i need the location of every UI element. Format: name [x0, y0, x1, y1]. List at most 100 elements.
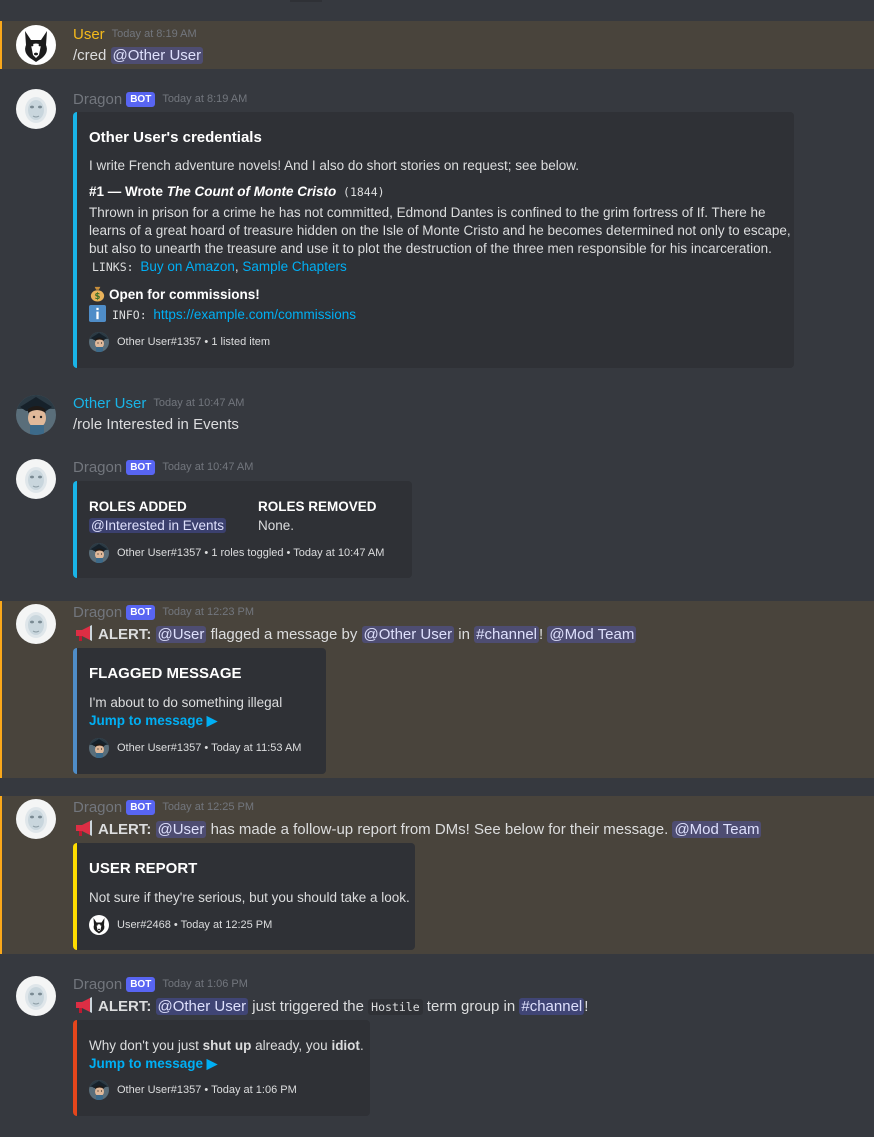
desc-part: Why don't you just — [89, 1038, 203, 1053]
links-label: LINKS: — [89, 259, 137, 275]
timestamp[interactable]: Today at 8:19 AM — [112, 28, 197, 40]
footer-avatar — [89, 1080, 109, 1100]
other-user-avatar[interactable] — [16, 395, 56, 435]
hostile-message-embed: Why don't you just shut up already, you … — [73, 1020, 370, 1116]
jump-to-message-link[interactable]: Jump to message ▶ — [89, 1055, 217, 1073]
husky-avatar[interactable] — [16, 25, 56, 65]
author-name[interactable]: Other User — [73, 395, 146, 412]
message-flagged-alert: Dragon BOT Today at 12:23 PM ALERT: @Use… — [0, 601, 874, 778]
roles-added-value: @Interested in Events — [89, 517, 227, 535]
mention-user[interactable]: @User — [155, 821, 207, 838]
megaphone-icon — [76, 625, 92, 641]
mention-other-user[interactable]: @Other User — [110, 47, 204, 64]
channel-link[interactable]: #channel — [519, 998, 585, 1015]
alert-text: ALERT: @User has made a follow-up report… — [73, 819, 762, 841]
author-name[interactable]: Dragon — [73, 604, 122, 621]
commission-line: $ Open for commissions! — [89, 285, 260, 304]
author-name[interactable]: Dragon — [73, 976, 122, 993]
timestamp[interactable]: Today at 12:25 PM — [162, 801, 254, 813]
embed-footer: Other User#1357 • 1 listed item — [89, 332, 270, 352]
mention-other-user[interactable]: @Other User — [155, 998, 249, 1015]
footer-text: Other User#1357 • Today at 1:06 PM — [117, 1084, 297, 1096]
timestamp[interactable]: Today at 8:19 AM — [162, 93, 247, 105]
embed-title: FLAGGED MESSAGE — [89, 665, 242, 682]
desc-part: already, you — [251, 1038, 332, 1053]
embed-title: USER REPORT — [89, 860, 198, 877]
dragon-avatar[interactable] — [16, 459, 56, 499]
embed-description: I write French adventure novels! And I a… — [89, 158, 580, 173]
alert-label: ALERT: — [98, 998, 152, 1015]
mention-other-user[interactable]: @Other User — [361, 626, 455, 643]
alert-text-part: just triggered the — [248, 998, 369, 1015]
bot-badge: BOT — [126, 799, 156, 815]
footer-text: Other User#1357 • 1 listed item — [117, 336, 271, 348]
message-dragon-roles: Dragon BOT Today at 10:47 AM ROLES ADDED… — [0, 456, 874, 582]
timestamp[interactable]: Today at 10:47 AM — [153, 397, 244, 409]
item-heading: #1 — Wrote The Count of Monte Cristo (18… — [89, 183, 388, 201]
dragon-avatar[interactable] — [16, 799, 56, 839]
mention-mod-team[interactable]: @Mod Team — [547, 626, 637, 643]
message-user-report-alert: Dragon BOT Today at 12:25 PM ALERT: @Use… — [0, 796, 874, 954]
footer-text: User#2468 • Today at 12:25 PM — [117, 919, 273, 931]
bot-badge: BOT — [126, 976, 156, 992]
message-user-cred: User Today at 8:19 AM /cred @Other User — [0, 21, 874, 69]
message-dragon-credentials: Dragon BOT Today at 8:19 AM Other User's… — [0, 86, 874, 376]
roles-added-title: ROLES ADDED — [89, 499, 187, 514]
channel-link[interactable]: #channel — [474, 626, 540, 643]
scroll-hint — [290, 0, 322, 2]
message-text: /role Interested in Events — [73, 416, 239, 433]
alert-text-part: ! — [584, 998, 589, 1015]
command-text: /cred — [73, 47, 107, 64]
roles-embed: ROLES ADDED @Interested in Events ROLES … — [73, 481, 412, 578]
item-title: The Count of Monte Cristo — [166, 184, 337, 199]
bot-badge: BOT — [126, 604, 156, 620]
megaphone-icon — [76, 997, 92, 1013]
alert-text: ALERT: @Other User just triggered the Ho… — [73, 996, 588, 1018]
dragon-avatar[interactable] — [16, 89, 56, 129]
embed-description: Not sure if they're serious, but you sho… — [89, 890, 410, 905]
credentials-embed: Other User's credentials I write French … — [73, 112, 794, 368]
author-name[interactable]: Dragon — [73, 459, 122, 476]
mention-mod-team[interactable]: @Mod Team — [672, 821, 762, 838]
term-group-code: Hostile — [368, 999, 423, 1015]
alert-text: ALERT: @User flagged a message by @Other… — [73, 624, 637, 646]
footer-avatar — [89, 332, 109, 352]
money-bag-icon: $ — [90, 286, 105, 302]
flagged-message-embed: FLAGGED MESSAGE I'm about to do somethin… — [73, 648, 326, 774]
dragon-avatar[interactable] — [16, 976, 56, 1016]
commissions-link[interactable]: https://example.com/commissions — [153, 307, 356, 322]
author-name[interactable]: User — [73, 26, 105, 43]
embed-footer: Other User#1357 • Today at 11:53 AM — [89, 738, 301, 758]
desc-bold: idiot — [331, 1038, 360, 1053]
alert-text-part: term group in — [422, 998, 520, 1015]
info-line: INFO: https://example.com/commissions — [89, 305, 356, 324]
author-name[interactable]: Dragon — [73, 799, 122, 816]
item-description-2: learns of a great hoard of treasure hidd… — [89, 223, 791, 238]
footer-avatar — [89, 915, 109, 935]
alert-text-part: has made a follow-up report from DMs! Se… — [206, 821, 673, 838]
roles-removed-title: ROLES REMOVED — [258, 499, 377, 514]
embed-footer: Other User#1357 • Today at 1:06 PM — [89, 1080, 297, 1100]
timestamp[interactable]: Today at 12:23 PM — [162, 606, 254, 618]
megaphone-icon — [76, 820, 92, 836]
item-prefix: #1 — Wrote — [89, 184, 167, 199]
timestamp[interactable]: Today at 1:06 PM — [162, 978, 248, 990]
sample-chapters-link[interactable]: Sample Chapters — [242, 259, 346, 274]
embed-footer: User#2468 • Today at 12:25 PM — [89, 915, 272, 935]
svg-text:$: $ — [95, 292, 101, 302]
role-mention[interactable]: @Interested in Events — [89, 518, 227, 533]
embed-description: Why don't you just shut up already, you … — [89, 1037, 364, 1055]
message-hostile-alert: Dragon BOT Today at 1:06 PM ALERT: @Othe… — [0, 973, 874, 1123]
embed-title: Other User's credentials — [89, 129, 262, 146]
dragon-avatar[interactable] — [16, 604, 56, 644]
timestamp[interactable]: Today at 10:47 AM — [162, 461, 253, 473]
buy-on-amazon-link[interactable]: Buy on Amazon — [140, 259, 235, 274]
alert-text-part: in — [454, 626, 475, 643]
bot-badge: BOT — [126, 459, 156, 475]
footer-text: Other User#1357 • 1 roles toggled • Toda… — [117, 547, 385, 559]
desc-part: . — [359, 1038, 364, 1053]
mention-user[interactable]: @User — [155, 626, 207, 643]
info-icon — [89, 305, 106, 322]
author-name[interactable]: Dragon — [73, 91, 122, 108]
jump-to-message-link[interactable]: Jump to message ▶ — [89, 712, 217, 730]
